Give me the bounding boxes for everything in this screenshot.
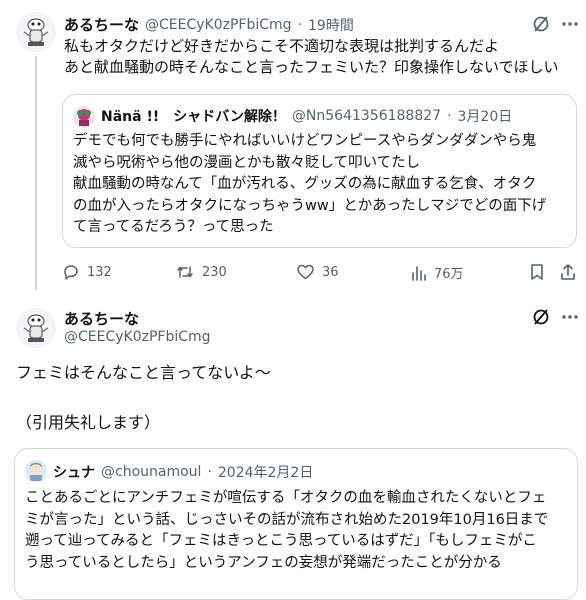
more-options-icon[interactable] [560,14,580,34]
quote-author-name[interactable]: シュナ [53,462,95,482]
author-name[interactable]: あるちーな [64,308,139,329]
quote-author-name[interactable]: Nänä !! シャドバン解除！ [101,106,286,126]
separator-dot: · [297,16,303,33]
avatar-image [25,460,47,482]
tweet-text: （引用失礼します） [16,413,161,432]
reply-button[interactable]: 132 [62,263,112,281]
quoted-tweet-card[interactable]: Nänä !! シャドバン解除！ @Nn5641356188827 · 3月20… [62,94,577,248]
share-button[interactable] [559,263,577,285]
like-button[interactable]: 36 [296,263,339,281]
retweet-icon [177,266,193,278]
reply-count: 132 [87,264,112,280]
separator-dot: · [447,108,452,124]
avatar-image [16,12,56,52]
reply-icon [64,265,78,280]
avatar[interactable] [16,308,56,348]
like-count: 36 [322,264,339,280]
quote-date[interactable]: 2024年2月2日 [218,462,313,482]
avatar[interactable] [16,12,56,52]
quote-text-line: ミが言った」という話、じっさいその話が流布され始めた2019年10月16日まで [25,511,549,528]
share-icon [561,264,575,280]
retweet-button[interactable]: 230 [175,263,227,281]
views-count: 76万 [434,267,464,282]
author-name[interactable]: あるちーな [64,14,139,35]
quote-text-line: う思っているとしたら」というアンフェの妄想が発端だったことが分かる [25,554,502,571]
tweet-text-line: あと献血騒動の時そんなこと言ったフェミいた？印象操作しないでほしい [64,58,559,76]
heart-icon [297,264,314,280]
quote-avatar[interactable] [25,460,47,482]
thread-line [35,56,37,290]
quote-text-line: の血が入ったらオタクになっちゃうww」とかあったしマジでどの面下げ [73,197,547,214]
more-options-icon[interactable] [560,307,580,327]
quote-author-handle[interactable]: @chounamoul [101,464,201,480]
quote-text-line: 滅やら呪術やら他の漫画とかも散々貶して叩いてたし [73,154,421,171]
tweet-text: フェミはそんなこと言ってないよ〜 [16,363,271,382]
grok-icon[interactable] [531,307,551,327]
quoted-tweet-card[interactable]: シュナ @chounamoul · 2024年2月2日 ことあるごとにアンチフェ… [14,448,578,600]
tweet-time[interactable]: 19時間 [308,15,354,35]
author-handle[interactable]: @CEECyK0zPFbiCmg [64,329,211,345]
tweet-text-line: 私もオタクだけど好きだからこそ不適切な表現は批判するんだよ [64,37,500,55]
retweet-count: 230 [202,264,227,280]
quote-author-handle[interactable]: @Nn5641356188827 [292,108,441,124]
views-button[interactable]: 76万 [411,263,464,282]
quote-avatar[interactable] [73,106,95,128]
avatar-image [16,308,56,348]
quote-text-line: 遡って辿ってみると「フェミはきっとこう思っているはずだ」「もしフェミがこ [25,533,537,549]
quote-text-line: て言ってるだろう？って思った [73,219,274,235]
analytics-icon [412,265,426,281]
quote-text-line: デモでも何でも勝手にやればいいけどワンピースやらダンダダンやら鬼 [73,133,537,149]
quote-text-line: 献血騒動の時なんて「血が汚れる、グッズの為に献血する乞食、オタク [73,176,537,192]
bookmark-icon [531,264,543,280]
author-handle[interactable]: @CEECyK0zPFbiCmg [145,17,292,33]
grok-icon[interactable] [531,14,551,34]
bookmark-button[interactable] [529,263,545,285]
quote-date[interactable]: 3月20日 [458,106,513,126]
separator-dot: · [207,464,212,480]
avatar-image [73,106,95,128]
quote-text-line: ことあるごとにアンチフェミが喧伝する「オタクの血を輸血されたくないとフェ [25,490,547,506]
